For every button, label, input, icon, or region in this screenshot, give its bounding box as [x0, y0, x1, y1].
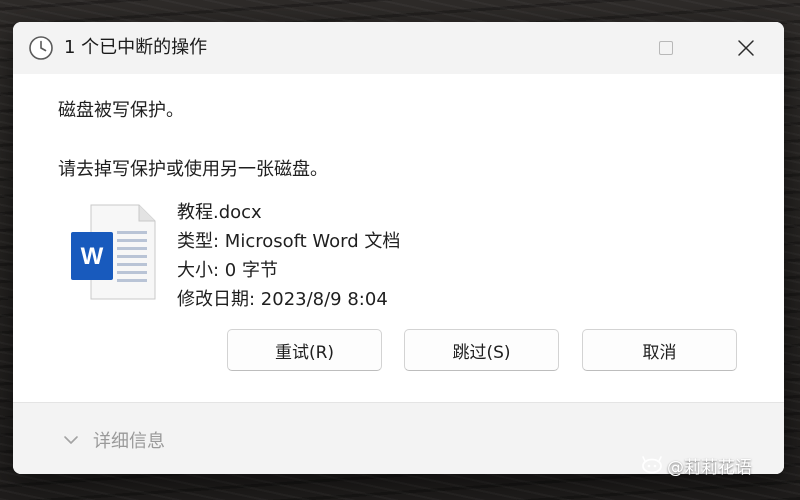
retry-button[interactable]: 重试(R)	[227, 329, 382, 371]
word-document-icon: W	[71, 204, 156, 300]
maximize-icon	[659, 41, 673, 55]
close-button[interactable]	[717, 22, 775, 74]
window-title: 1 个已中断的操作	[64, 37, 208, 58]
title-bar: 1 个已中断的操作	[13, 22, 784, 74]
error-message: 磁盘被写保护。	[58, 100, 184, 121]
file-size: 大小: 0 字节	[177, 260, 278, 281]
watermark-logo-icon	[642, 456, 662, 474]
watermark-text: @莉莉花语	[667, 457, 752, 478]
chevron-down-icon	[64, 436, 78, 444]
watermark: @莉莉花语	[640, 452, 752, 478]
file-modified-date: 修改日期: 2023/8/9 8:04	[177, 289, 388, 310]
details-toggle[interactable]: 详细信息	[63, 427, 165, 453]
word-letter: W	[81, 243, 104, 270]
close-icon	[738, 40, 754, 56]
operation-interrupted-dialog: 1 个已中断的操作 磁盘被写保护。 请去掉写保护或使用另一张磁盘。 W 教程.d…	[13, 22, 784, 474]
maximize-button[interactable]	[637, 22, 695, 74]
file-type: 类型: Microsoft Word 文档	[177, 231, 401, 252]
cancel-button[interactable]: 取消	[582, 329, 737, 371]
details-label: 详细信息	[93, 431, 165, 452]
clock-icon	[29, 36, 53, 60]
file-name: 教程.docx	[177, 202, 262, 223]
instruction-message: 请去掉写保护或使用另一张磁盘。	[58, 159, 328, 180]
skip-button[interactable]: 跳过(S)	[404, 329, 559, 371]
file-details: 教程.docx 类型: Microsoft Word 文档 大小: 0 字节 修…	[177, 198, 400, 314]
